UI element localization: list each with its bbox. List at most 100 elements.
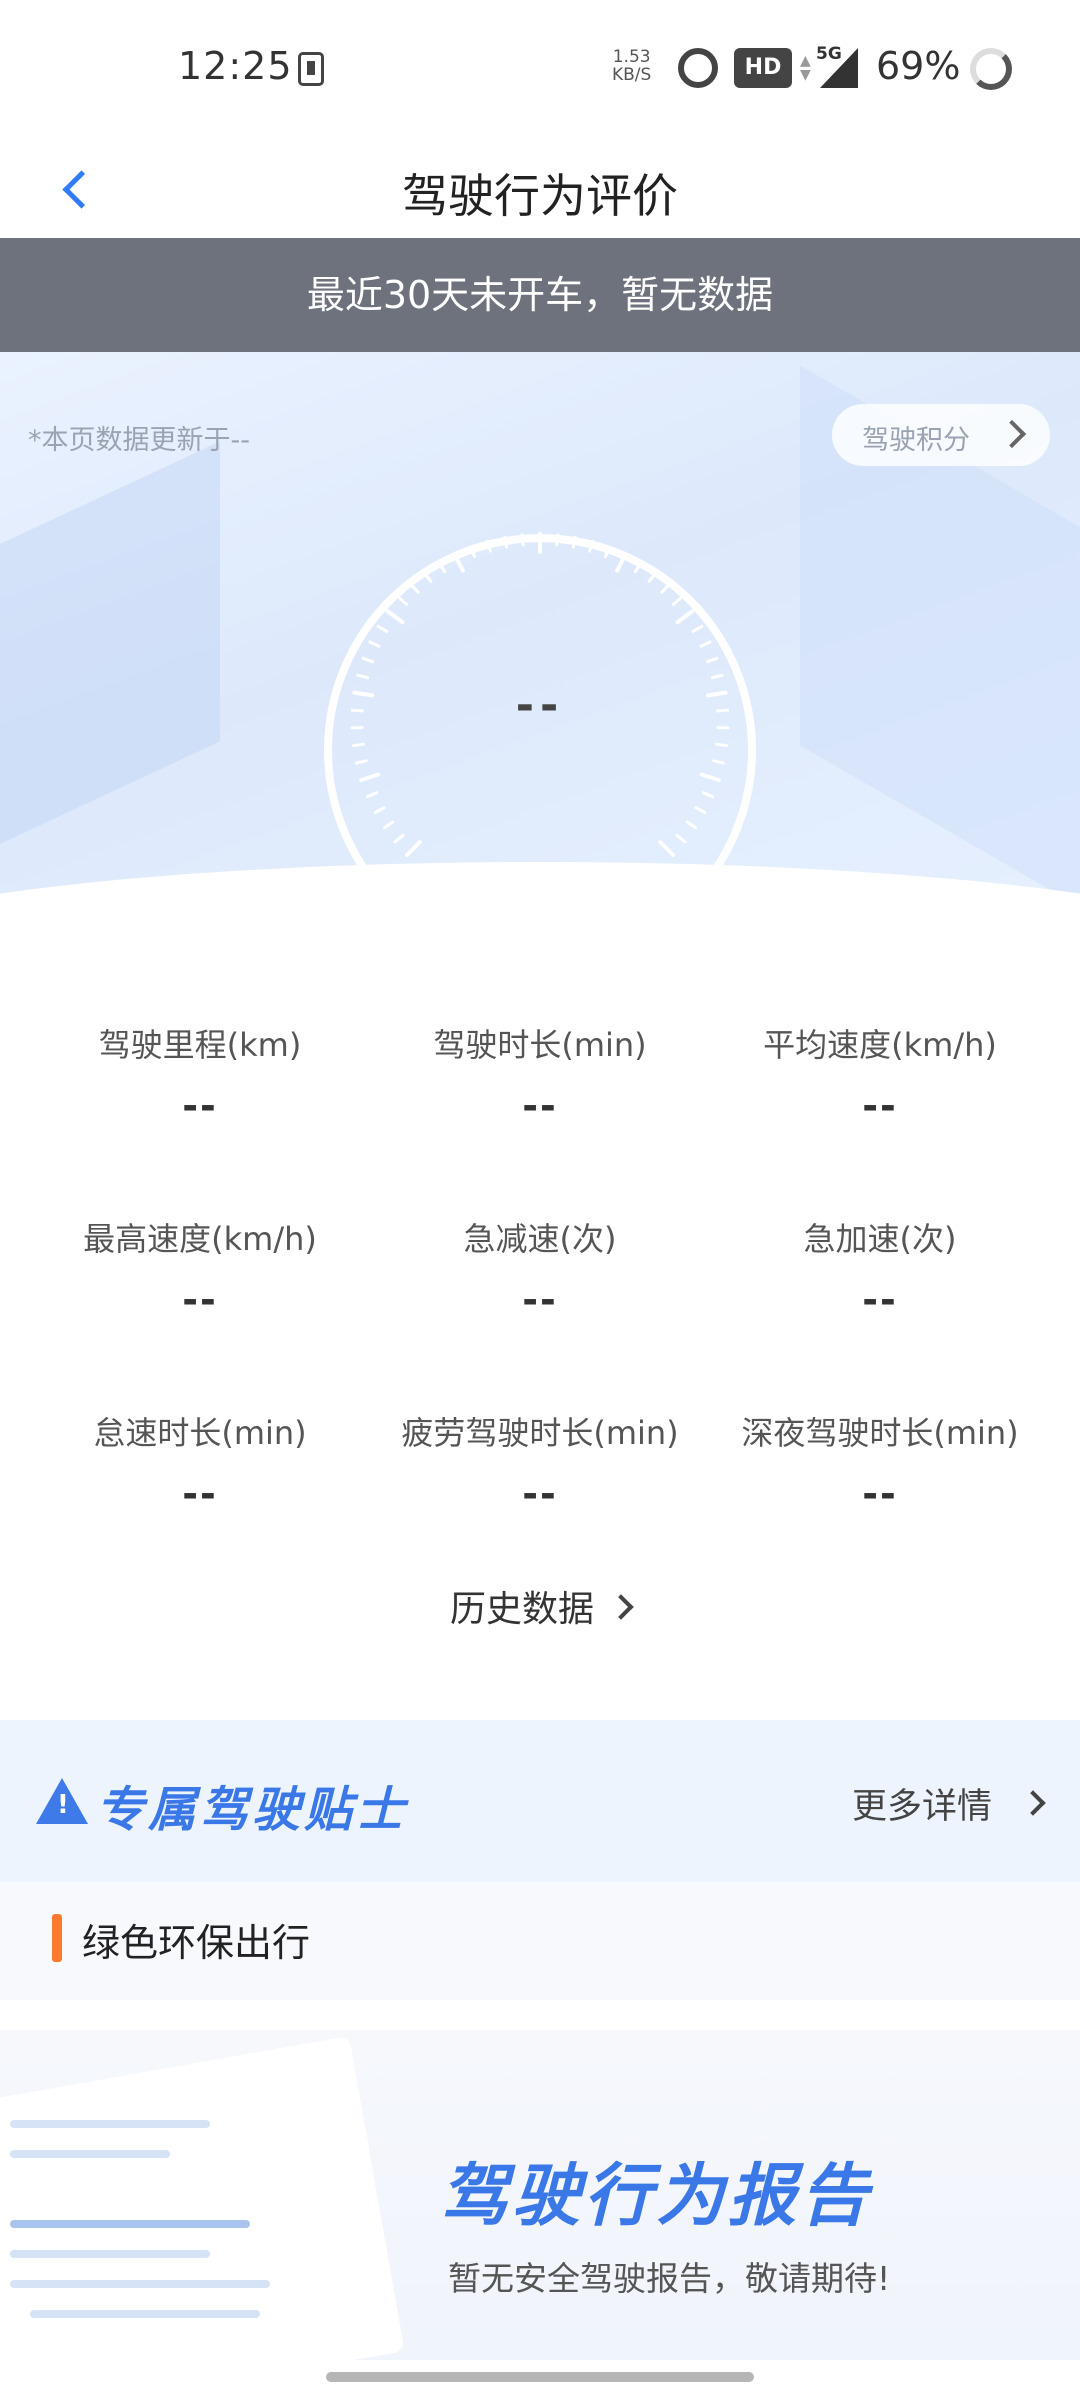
- gauge-tick: [694, 806, 707, 815]
- stat-max-speed: 最高速度(km/h) --: [20, 1214, 380, 1322]
- stat-night-driving: 深夜驾驶时长(min) --: [700, 1408, 1060, 1516]
- score-value: --: [515, 680, 565, 731]
- stat-value: --: [862, 1278, 898, 1322]
- gauge-dot-ring: [382, 886, 404, 908]
- no-data-notice: 最近30天未开车，暂无数据: [0, 238, 1080, 352]
- stat-avg-speed: 平均速度(km/h) --: [700, 1020, 1060, 1128]
- history-data-link[interactable]: 历史数据: [0, 1580, 1080, 1632]
- network-type: 5G: [816, 44, 842, 64]
- stat-value: --: [522, 1472, 558, 1516]
- gauge-tick: [361, 656, 375, 664]
- stat-value: --: [182, 1084, 218, 1128]
- download-icon: [298, 52, 324, 86]
- gauge-tick: [385, 609, 405, 625]
- stat-idle-time: 怠速时长(min) --: [20, 1408, 380, 1516]
- stat-label: 疲劳驾驶时长(min): [401, 1414, 679, 1452]
- report-subtitle: 暂无安全驾驶报告，敬请期待!: [448, 2259, 891, 2298]
- history-data-label: 历史数据: [449, 1589, 594, 1630]
- decor-shape: [0, 441, 220, 863]
- driving-report-banner[interactable]: 驾驶行为报告 暂无安全驾驶报告，敬请期待!: [0, 2030, 1080, 2360]
- more-details-link[interactable]: 更多详情: [852, 1778, 992, 1829]
- tip-text: 绿色环保出行: [82, 1921, 311, 1965]
- gauge-tick: [699, 772, 721, 783]
- driving-score-label: 驾驶积分: [862, 425, 970, 456]
- score-gauge: --: [310, 492, 770, 932]
- hd-badge: HD: [734, 48, 792, 88]
- score-level-pill: [458, 902, 630, 932]
- gauge-tick: [356, 673, 370, 680]
- gauge-tick: [699, 640, 712, 648]
- gauge-tick: [701, 791, 715, 799]
- stat-mileage: 驾驶里程(km) --: [20, 1020, 380, 1128]
- gauge-tick: [691, 624, 704, 633]
- tip-item[interactable]: 绿色环保出行: [0, 1882, 1080, 2000]
- home-indicator[interactable]: [326, 2372, 754, 2382]
- decor-line: [10, 2250, 210, 2258]
- page-title: 驾驶行为评价: [402, 169, 678, 223]
- stat-label: 急加速(次): [803, 1220, 957, 1258]
- decor-line: [10, 2120, 210, 2128]
- gauge-tick: [383, 820, 395, 830]
- stat-label: 怠速时长(min): [93, 1414, 307, 1452]
- gauge-tick: [672, 596, 683, 606]
- gauge-tick: [685, 820, 697, 830]
- stat-value: --: [522, 1084, 558, 1128]
- data-arrows-icon: ▲ ▼: [800, 53, 811, 83]
- gauge-tick: [393, 833, 405, 844]
- chevron-right-icon: [997, 419, 1027, 449]
- gauge-tick: [368, 640, 381, 648]
- stat-label: 最高速度(km/h): [83, 1220, 317, 1258]
- stat-label: 深夜驾驶时长(min): [741, 1414, 1019, 1452]
- status-time: 12:25: [178, 44, 293, 88]
- tips-header: 专属驾驶贴士 更多详情: [0, 1720, 1080, 1882]
- decor-line: [30, 2310, 260, 2318]
- stat-value: --: [862, 1084, 898, 1128]
- stat-fatigue-driving: 疲劳驾驶时长(min) --: [360, 1408, 720, 1516]
- tip-marker: [52, 1914, 62, 1962]
- gauge-tick: [660, 583, 671, 594]
- gauge-tick: [675, 609, 695, 625]
- gauge-tick: [351, 742, 365, 748]
- stat-label: 急减速(次): [463, 1220, 617, 1258]
- stat-label: 驾驶时长(min): [433, 1026, 647, 1064]
- stat-label: 平均速度(km/h): [763, 1026, 997, 1064]
- decor-line: [10, 2280, 270, 2288]
- network-speed-unit: KB/S: [612, 65, 652, 85]
- gauge-tick: [715, 742, 729, 748]
- driving-tips-section: 专属驾驶贴士 更多详情 绿色环保出行: [0, 1720, 1080, 2000]
- alarm-icon: [678, 48, 718, 88]
- warning-icon: [36, 1778, 88, 1824]
- status-bar: 12:25 1.53 KB/S HD ▲ ▼ 5G 69%: [0, 0, 1080, 138]
- gauge-dot: [386, 890, 400, 904]
- chevron-right-icon[interactable]: [1020, 1790, 1046, 1816]
- gauge-tick: [409, 583, 420, 594]
- stat-value: --: [862, 1472, 898, 1516]
- report-title: 驾驶行为报告: [440, 2157, 873, 2236]
- gauge-tick: [712, 759, 725, 765]
- gauge-tick: [376, 624, 389, 633]
- stat-duration: 驾驶时长(min) --: [360, 1020, 720, 1128]
- stat-hard-accel: 急加速(次) --: [700, 1214, 1060, 1322]
- gauge-tick: [675, 833, 687, 844]
- battery-icon: [970, 48, 1012, 90]
- driving-score-button[interactable]: 驾驶积分: [832, 404, 1050, 466]
- battery-percentage: 69%: [876, 44, 961, 88]
- gauge-tick: [705, 656, 719, 664]
- nav-bar: 驾驶行为评价: [0, 138, 1080, 238]
- gauge-tick: [373, 806, 386, 815]
- gauge-tick: [658, 840, 675, 857]
- stats-grid: 驾驶里程(km) -- 驾驶时长(min) -- 平均速度(km/h) -- 最…: [0, 1010, 1080, 1516]
- decor-line: [10, 2220, 250, 2228]
- gauge-tick: [365, 791, 379, 799]
- stat-value: --: [182, 1472, 218, 1516]
- stat-hard-braking: 急减速(次) --: [360, 1214, 720, 1322]
- network-speed-value: 1.53: [612, 47, 651, 67]
- network-speed: 1.53 KB/S: [612, 48, 651, 84]
- gauge-tick: [710, 673, 724, 680]
- chevron-right-icon: [608, 1594, 634, 1620]
- gauge-tick: [405, 840, 422, 857]
- update-time-text: *本页数据更新于--: [28, 425, 250, 456]
- tips-title: 专属驾驶贴士: [96, 1782, 409, 1838]
- gauge-tick: [397, 596, 408, 606]
- gauge-tick: [359, 772, 381, 783]
